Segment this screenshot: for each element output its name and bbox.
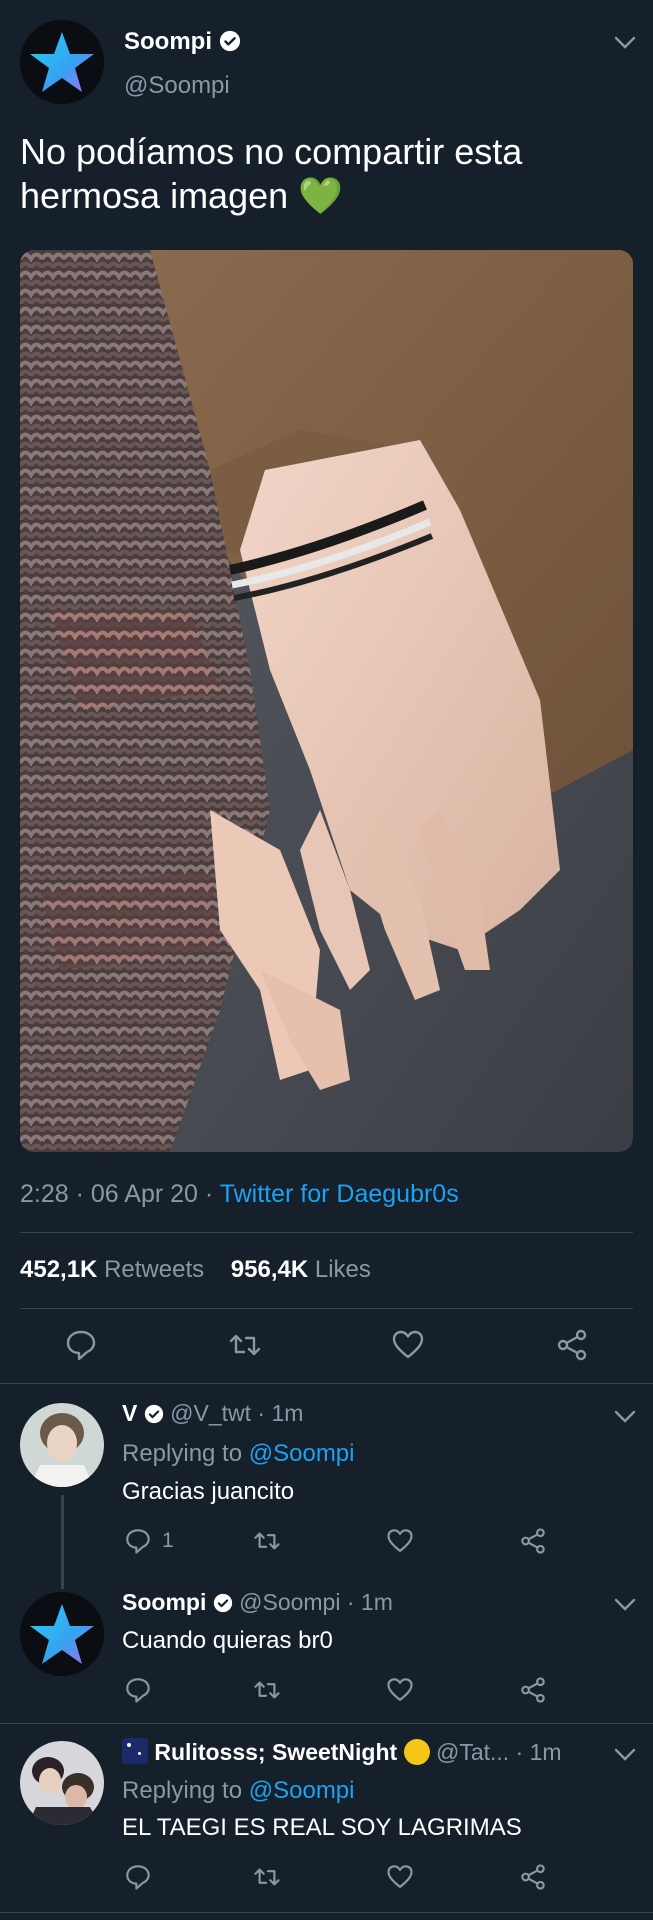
likes-count: 956,4K bbox=[230, 1256, 309, 1283]
verified-icon bbox=[213, 1593, 232, 1613]
reply-author-handle: @V_twt bbox=[170, 1400, 251, 1426]
verified-icon bbox=[219, 30, 240, 52]
verified-icon bbox=[144, 1404, 163, 1424]
tweet-text-content: No podíamos no compartir esta hermosa im… bbox=[20, 131, 523, 216]
share-icon[interactable] bbox=[555, 1328, 589, 1362]
like-icon[interactable] bbox=[386, 1676, 414, 1704]
reply-author[interactable]: V @V_twt · 1m bbox=[122, 1400, 303, 1427]
meta-separator: · bbox=[75, 1180, 91, 1208]
divider bbox=[20, 1308, 633, 1309]
retweets-count: 452,1K bbox=[20, 1256, 98, 1283]
replying-to: Replying to @Soompi bbox=[122, 1440, 355, 1468]
meta-separator: · bbox=[204, 1180, 220, 1208]
reply-text: EL TAEGI ES REAL SOY LAGRIMAS bbox=[122, 1814, 522, 1841]
retweets-stat[interactable]: 452,1K Retweets bbox=[20, 1256, 204, 1283]
chevron-down-icon[interactable] bbox=[614, 1598, 636, 1612]
reply-avatar-v[interactable] bbox=[20, 1403, 104, 1487]
share-icon[interactable] bbox=[519, 1676, 547, 1704]
reply-author-handle: @Soompi bbox=[239, 1589, 341, 1615]
retweets-label: Retweets bbox=[104, 1256, 205, 1283]
star-avatar-icon bbox=[20, 1592, 104, 1676]
reply-time: 1m bbox=[529, 1739, 562, 1765]
tweet-meta: 2:28 · 06 Apr 20 · Twitter for Daegubr0s bbox=[20, 1180, 459, 1209]
reply-avatar-soompi[interactable] bbox=[20, 1592, 104, 1676]
reply-icon[interactable] bbox=[124, 1676, 152, 1704]
reply-author-handle: @Tat... bbox=[435, 1739, 510, 1765]
likes-stat[interactable]: 956,4K Likes bbox=[231, 1256, 371, 1283]
thread-line bbox=[61, 1495, 64, 1589]
replying-to-link[interactable]: @Soompi bbox=[249, 1777, 355, 1804]
replying-to: Replying to @Soompi bbox=[122, 1777, 355, 1805]
author-name[interactable]: Soompi bbox=[124, 28, 241, 56]
replying-to-link[interactable]: @Soompi bbox=[249, 1440, 355, 1467]
reply-avatar-rulitosss[interactable] bbox=[20, 1741, 104, 1825]
reply-time: 1m bbox=[271, 1400, 304, 1426]
replying-to-prefix: Replying to bbox=[122, 1777, 243, 1804]
reply-text: Cuando quieras br0 bbox=[122, 1627, 333, 1654]
galaxy-emoji bbox=[122, 1738, 148, 1764]
user-avatar-image bbox=[20, 1741, 104, 1825]
reply-author-name: Soompi bbox=[122, 1589, 207, 1615]
reply-icon[interactable] bbox=[124, 1863, 152, 1891]
divider bbox=[0, 1723, 653, 1724]
chevron-down-icon[interactable] bbox=[614, 1410, 636, 1424]
like-icon[interactable] bbox=[386, 1863, 414, 1891]
reply-author-name: V bbox=[122, 1400, 138, 1426]
share-icon[interactable] bbox=[519, 1527, 547, 1555]
tweet-text: No podíamos no compartir esta hermosa im… bbox=[20, 130, 620, 218]
retweet-icon[interactable] bbox=[253, 1676, 281, 1704]
reply-count: 1 bbox=[162, 1529, 174, 1552]
retweet-icon[interactable] bbox=[228, 1328, 262, 1362]
soompi-avatar[interactable] bbox=[20, 20, 104, 104]
tweet-date: 06 Apr 20 bbox=[90, 1180, 198, 1208]
likes-label: Likes bbox=[314, 1256, 371, 1283]
reply-text: Gracias juancito bbox=[122, 1478, 295, 1505]
tweet-time: 2:28 bbox=[20, 1180, 69, 1208]
reply-author-name: Rulitosss; SweetNight bbox=[154, 1739, 398, 1765]
divider bbox=[0, 1383, 653, 1384]
like-icon[interactable] bbox=[391, 1328, 425, 1362]
retweet-icon[interactable] bbox=[253, 1863, 281, 1891]
divider bbox=[0, 1912, 653, 1913]
reply-author[interactable]: Soompi @Soompi · 1m bbox=[122, 1589, 393, 1616]
share-icon[interactable] bbox=[519, 1863, 547, 1891]
reply-author[interactable]: Rulitosss; SweetNight @Tat... · 1m bbox=[122, 1738, 622, 1766]
star-avatar-icon bbox=[20, 20, 104, 104]
reply-time: 1m bbox=[360, 1589, 393, 1615]
meta-separator: · bbox=[346, 1589, 361, 1615]
tweet-source-link[interactable]: Twitter for Daegubr0s bbox=[220, 1180, 459, 1208]
photo-hands-knit-sweater bbox=[20, 250, 633, 1152]
divider bbox=[20, 1232, 633, 1233]
author-name-text: Soompi bbox=[124, 28, 212, 55]
retweet-icon[interactable] bbox=[253, 1527, 281, 1555]
chevron-down-icon[interactable] bbox=[614, 36, 636, 50]
author-handle[interactable]: @Soompi bbox=[124, 72, 230, 100]
tweet-stats: 452,1K Retweets 956,4K Likes bbox=[20, 1256, 371, 1284]
chevron-down-icon[interactable] bbox=[614, 1748, 636, 1762]
like-icon[interactable] bbox=[386, 1527, 414, 1555]
meta-separator: · bbox=[515, 1739, 530, 1765]
user-avatar-image bbox=[20, 1403, 104, 1487]
reply-icon[interactable] bbox=[64, 1328, 98, 1362]
reply-icon[interactable] bbox=[124, 1527, 152, 1555]
replying-to-prefix: Replying to bbox=[122, 1440, 243, 1467]
tweet-photo[interactable] bbox=[20, 250, 633, 1152]
moon-emoji bbox=[403, 1739, 430, 1765]
meta-separator: · bbox=[257, 1400, 272, 1426]
